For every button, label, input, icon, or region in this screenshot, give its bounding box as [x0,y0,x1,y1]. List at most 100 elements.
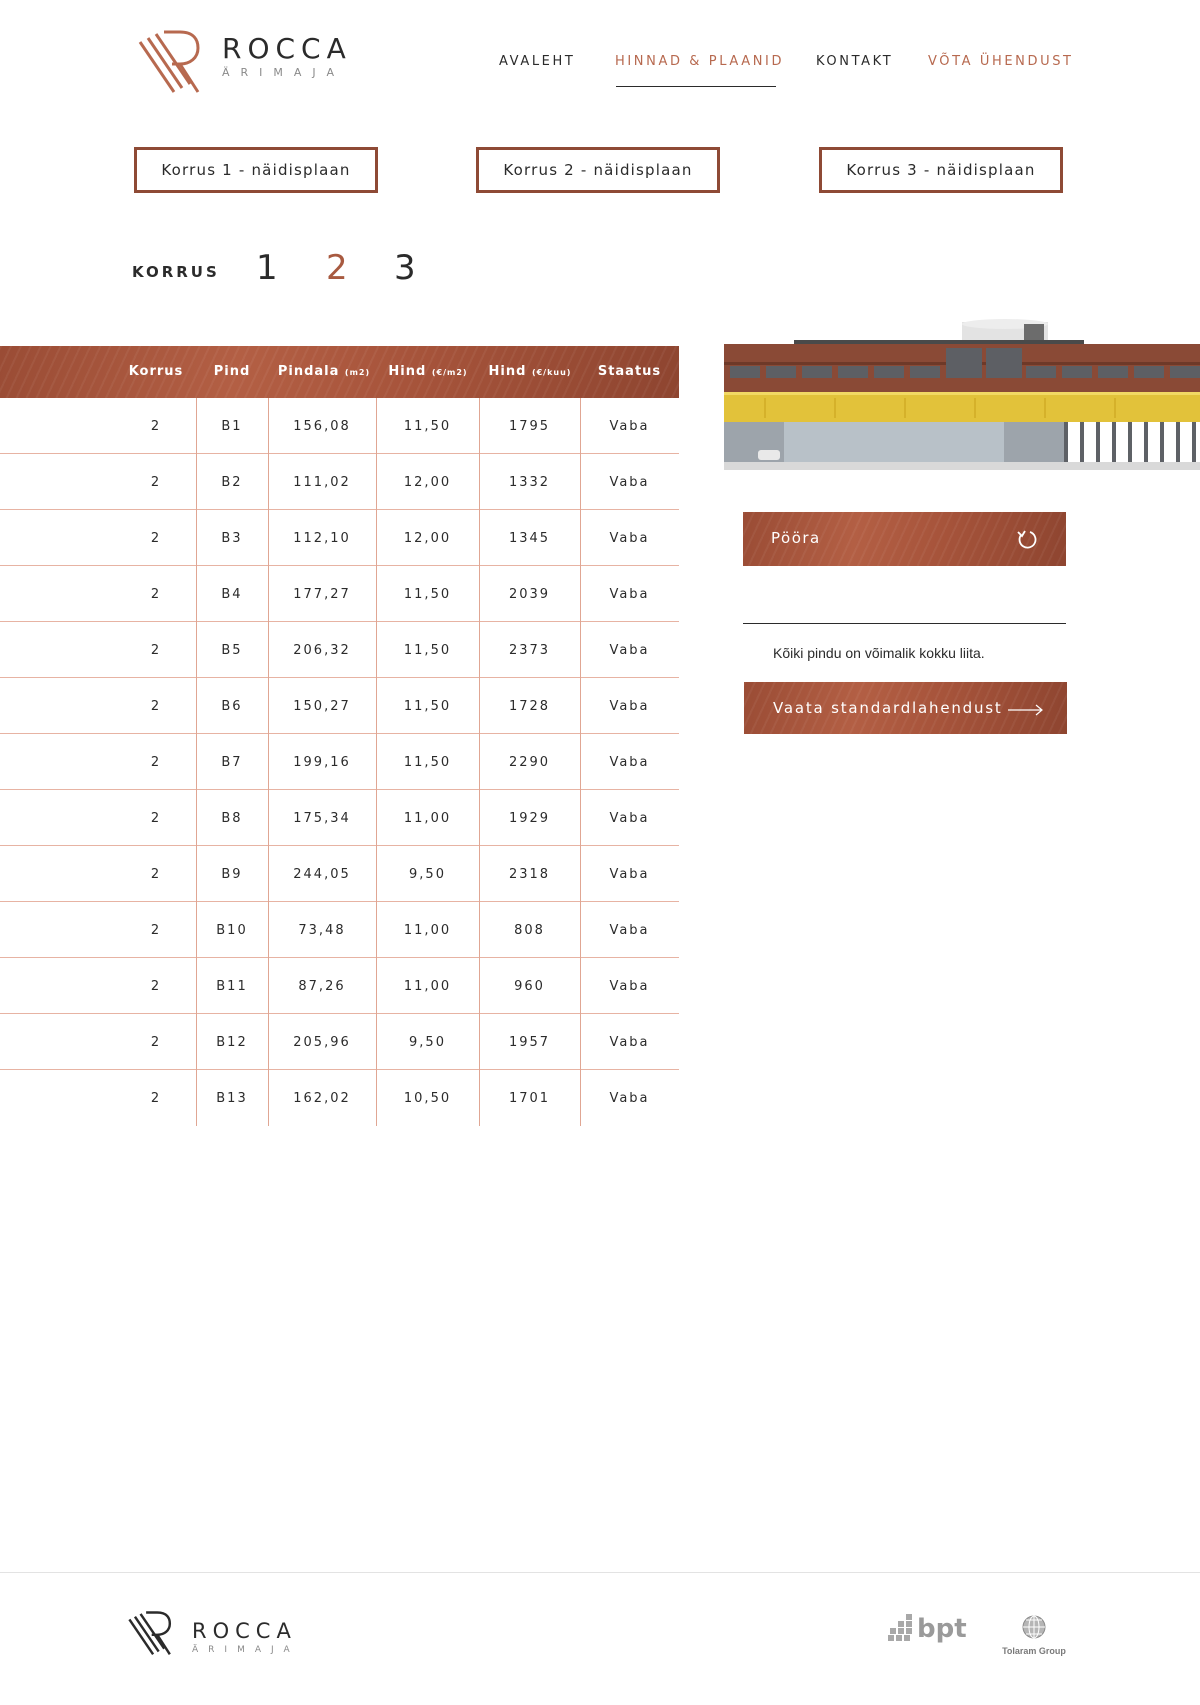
cell-staatus: Vaba [609,475,650,490]
section-divider [743,623,1066,624]
cell-staatus: Vaba [609,867,650,882]
rotate-icon [1016,528,1038,554]
cell-hind-kuu: 2373 [508,643,551,658]
cell-hind-kuu: 1332 [508,475,551,490]
globe-icon [1022,1615,1046,1639]
cell-hind-m2: 11,50 [403,699,452,714]
cell-hind-m2: 11,50 [403,755,452,770]
active-nav-underline [616,86,776,87]
nav-avaleht[interactable]: AVALEHT [499,54,575,69]
nav-kontakt[interactable]: KONTAKT [816,54,893,69]
cell-pind: B5 [221,643,243,658]
floor-3-link[interactable]: 3 [394,248,416,288]
table-row[interactable]: 2 B6 150,27 11,50 1728 Vaba [0,678,679,734]
cell-korrus: 2 [150,643,162,658]
cell-korrus: 2 [150,475,162,490]
cell-hind-m2: 11,50 [403,643,452,658]
cell-pind: B12 [216,1035,248,1050]
cell-pindala: 199,16 [293,755,351,770]
building-render-image [724,318,1200,470]
rotate-button[interactable]: Pööra [743,512,1066,566]
column-divider [580,398,581,1126]
table-row[interactable]: 2 B10 73,48 11,00 808 Vaba [0,902,679,958]
column-header-hind-m2: Hind (€/m2) [388,364,468,379]
column-header-pindala: Pindala (m2) [277,364,371,379]
cell-korrus: 2 [150,867,162,882]
cell-hind-m2: 9,50 [409,867,446,882]
cell-staatus: Vaba [609,811,650,826]
cell-pind: B6 [221,699,243,714]
cell-pind: B10 [216,923,248,938]
cell-hind-m2: 11,00 [403,979,452,994]
bpt-partner-logo[interactable]: bpt [888,1614,967,1642]
cell-pindala: 206,32 [293,643,351,658]
cell-pindala: 244,05 [293,867,351,882]
floor-2-link[interactable]: 2 [326,248,348,288]
cell-hind-m2: 12,00 [403,531,452,546]
cell-hind-kuu: 1701 [508,1091,551,1106]
table-row[interactable]: 2 B13 162,02 10,50 1701 Vaba [0,1070,679,1125]
cell-korrus: 2 [150,755,162,770]
cell-pind: B7 [221,755,243,770]
table-row[interactable]: 2 B9 244,05 9,50 2318 Vaba [0,846,679,902]
rotate-button-label: Pööra [771,529,821,547]
cell-pind: B13 [216,1091,248,1106]
cell-hind-kuu: 1728 [508,699,551,714]
standard-button-label: Vaata standardlahendust [773,699,1003,717]
cell-korrus: 2 [150,1091,162,1106]
tolaram-partner-logo[interactable]: Tolaram Group [998,1614,1070,1656]
footer-divider [0,1572,1200,1573]
table-row[interactable]: 2 B11 87,26 11,00 960 Vaba [0,958,679,1014]
cell-hind-m2: 11,50 [403,419,452,434]
cell-hind-kuu: 2318 [508,867,551,882]
table-row[interactable]: 2 B3 112,10 12,00 1345 Vaba [0,510,679,566]
cell-staatus: Vaba [609,1035,650,1050]
cell-hind-m2: 12,00 [403,475,452,490]
cell-pind: B2 [221,475,243,490]
column-header-staatus: Staatus [597,364,662,379]
cell-korrus: 2 [150,587,162,602]
nav-vota-uhendust[interactable]: VÕTA ÜHENDUST [928,54,1074,69]
table-row[interactable]: 2 B4 177,27 11,50 2039 Vaba [0,566,679,622]
view-standard-solution-button[interactable]: Vaata standardlahendust [744,682,1067,734]
cell-hind-m2: 11,50 [403,587,452,602]
main-nav: AVALEHT HINNAD & PLAANID KONTAKT VÕTA ÜH… [0,54,1200,94]
cell-staatus: Vaba [609,923,650,938]
footer-logo[interactable]: ROCCA ÄRIMAJA [128,1608,300,1656]
cell-hind-kuu: 2290 [508,755,551,770]
floor-2-plan-button[interactable]: Korrus 2 - näidisplaan [476,147,720,193]
cell-staatus: Vaba [609,587,650,602]
tolaram-logo-text: Tolaram Group [1002,1646,1066,1656]
cell-korrus: 2 [150,1035,162,1050]
nav-hinnad-plaanid[interactable]: HINNAD & PLAANID [615,54,784,69]
cell-korrus: 2 [150,923,162,938]
cell-pindala: 156,08 [293,419,351,434]
cell-pind: B9 [221,867,243,882]
floor-selector-label: KORRUS [132,263,220,281]
cell-hind-kuu: 960 [514,979,545,994]
cell-pindala: 73,48 [298,923,346,938]
footer-logo-mark-icon [128,1611,172,1655]
table-row[interactable]: 2 B5 206,32 11,50 2373 Vaba [0,622,679,678]
table-row[interactable]: 2 B12 205,96 9,50 1957 Vaba [0,1014,679,1070]
floor-3-plan-button[interactable]: Korrus 3 - näidisplaan [819,147,1063,193]
cell-pindala: 205,96 [293,1035,351,1050]
cell-korrus: 2 [150,811,162,826]
floor-1-link[interactable]: 1 [256,248,278,288]
footer-logo-subtitle: ÄRIMAJA [192,1645,300,1655]
cell-pindala: 150,27 [293,699,351,714]
table-row[interactable]: 2 B2 111,02 12,00 1332 Vaba [0,454,679,510]
table-row[interactable]: 2 B8 175,34 11,00 1929 Vaba [0,790,679,846]
cell-korrus: 2 [150,699,162,714]
cell-pind: B8 [221,811,243,826]
table-row[interactable]: 2 B7 199,16 11,50 2290 Vaba [0,734,679,790]
cell-pindala: 111,02 [293,475,351,490]
cell-hind-m2: 11,00 [403,923,452,938]
table-row[interactable]: 2 B1 156,08 11,50 1795 Vaba [0,398,679,454]
cell-hind-kuu: 1929 [508,811,551,826]
floor-1-plan-button[interactable]: Korrus 1 - näidisplaan [134,147,378,193]
cell-staatus: Vaba [609,755,650,770]
cell-pindala: 162,02 [293,1091,351,1106]
column-divider [479,398,480,1126]
cell-staatus: Vaba [609,979,650,994]
